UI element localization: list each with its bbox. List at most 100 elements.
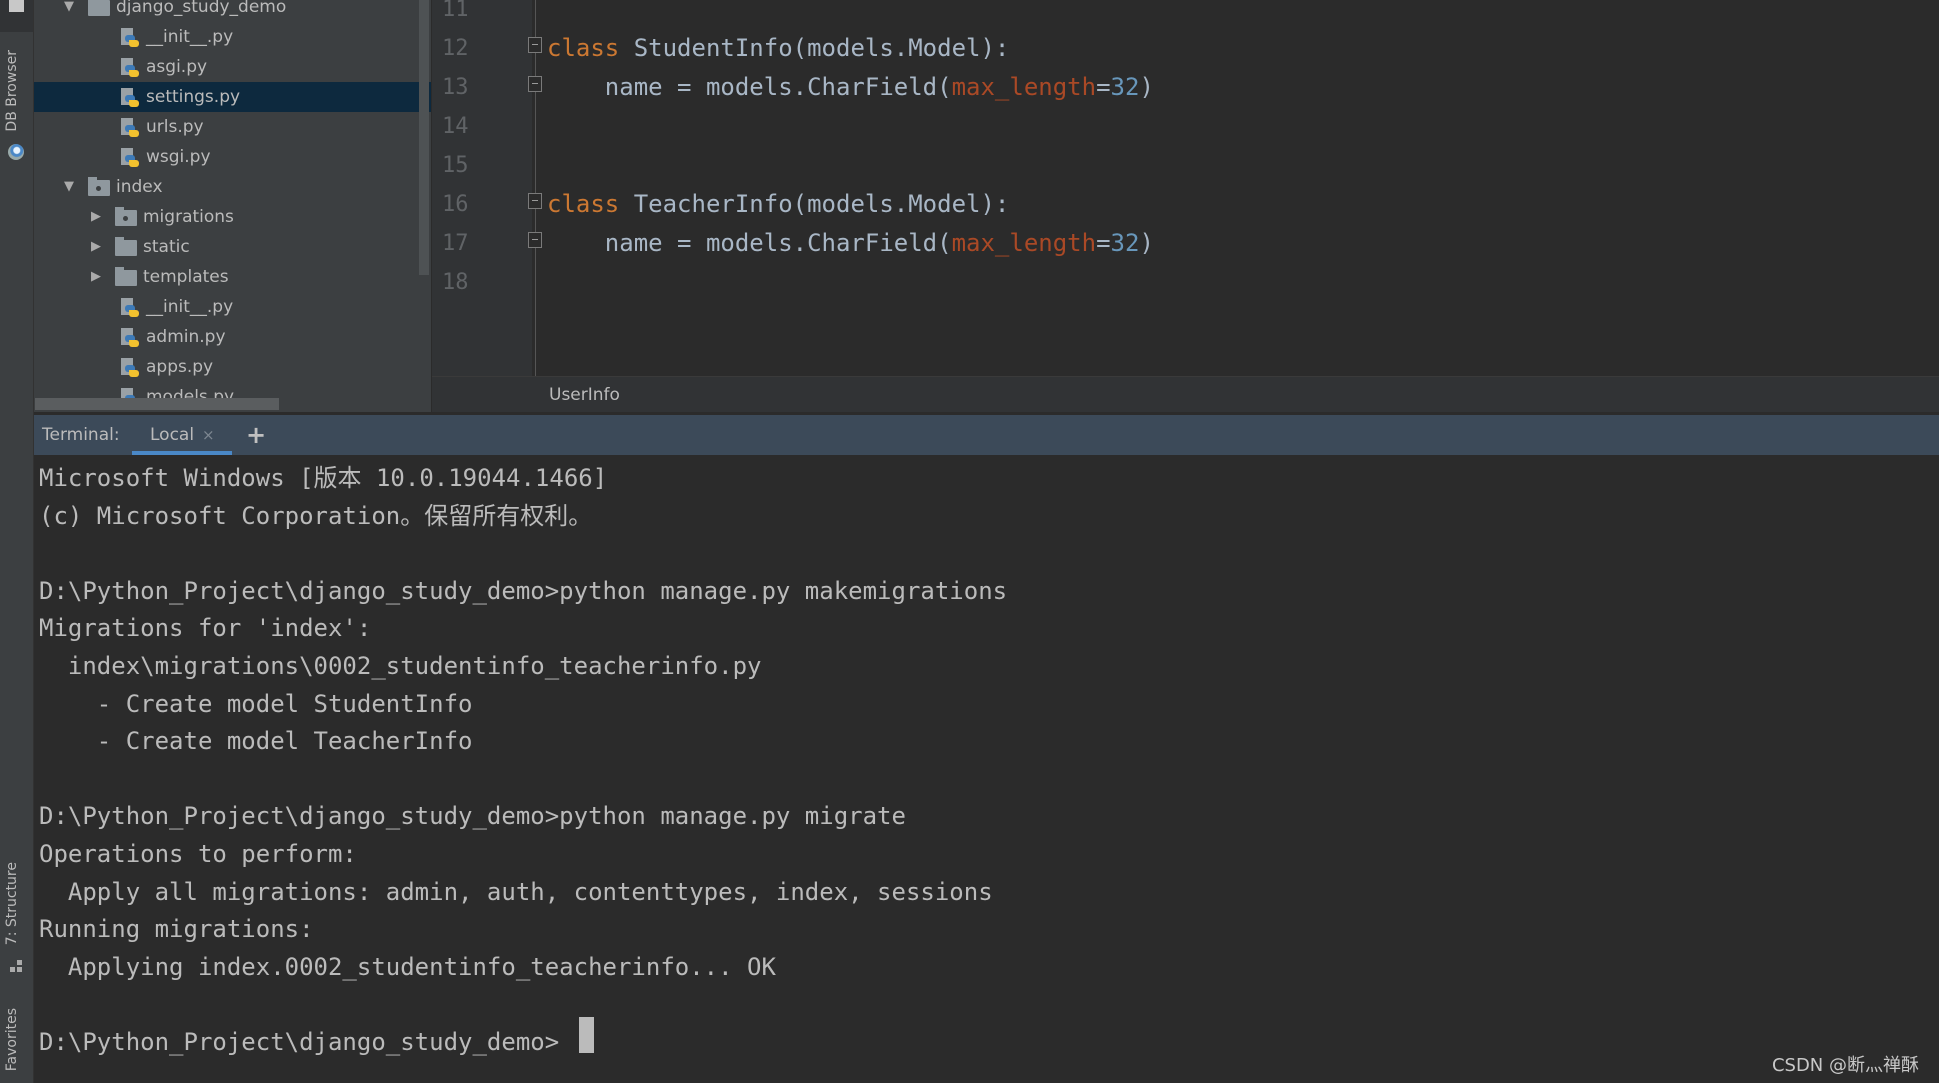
python-file-icon [121,88,139,107]
folder-icon [115,237,137,256]
code-token: name = models.CharField( [547,73,952,101]
number-token: 32 [1110,73,1140,101]
python-file-icon [121,358,139,377]
db-browser-tab[interactable]: DB Browser [4,50,20,132]
terminal-line: Apply all migrations: admin, auth, conte… [39,877,993,906]
tree-item[interactable]: ▶ templates [34,262,431,292]
new-terminal-button[interactable]: + [246,415,266,455]
keyword-token: class [547,34,620,62]
tree-item-label: apps.py [146,357,214,377]
tree-item[interactable]: urls.py [34,112,431,142]
python-file-icon [121,148,139,167]
tree-item[interactable]: asgi.py [34,52,431,82]
tree-item-label: static [143,237,190,257]
tree-item-label: urls.py [146,117,204,137]
code-token: = [1096,229,1111,257]
tree-item-label: __init__.py [146,297,234,317]
tool-window-strip: DB Browser 7: Structure Favorites [0,0,34,1083]
fold-toggle-icon[interactable] [528,37,542,53]
tree-item-label: settings.py [146,87,241,107]
terminal-line: Applying index.0002_studentinfo_teacheri… [39,952,776,981]
terminal-line: D:\Python_Project\django_study_demo> [39,1028,560,1056]
fold-end-icon[interactable] [528,232,542,248]
terminal-line: Running migrations: [39,915,314,944]
python-file-icon [121,118,139,137]
code-line[interactable]: name = models.CharField(max_length=32) [547,224,1154,263]
code-line[interactable]: name = models.CharField(max_length=32) [547,68,1154,107]
tree-item-label: __init__.py [146,27,234,47]
line-number: 13 [442,75,469,100]
terminal-line: - Create model StudentInfo [39,689,473,718]
line-number: 14 [442,114,469,139]
tab-local[interactable]: Local × [132,415,232,455]
tree-item-label: wsgi.py [146,147,211,167]
folder-icon [88,177,110,196]
terminal-line: Operations to perform: [39,840,357,868]
terminal-line: Migrations for 'index': [39,614,372,643]
collapse-arrow-icon[interactable]: ▼ [64,0,74,22]
python-file-icon [121,328,139,347]
tab-local-label: Local [150,425,195,445]
tree-item[interactable]: settings.py [34,82,431,112]
fold-end-icon[interactable] [528,76,542,92]
tree-item-label: migrations [143,207,234,227]
structure-tab[interactable]: 7: Structure [4,862,20,945]
editor-breadcrumb: UserInfo [432,376,1939,413]
collapse-arrow-icon[interactable]: ▼ [64,172,74,202]
fold-toggle-icon[interactable] [528,193,542,209]
terminal-cursor [579,1017,594,1053]
project-tool-button[interactable] [0,0,33,32]
terminal-title: Terminal: [42,425,120,445]
number-token: 32 [1110,229,1140,257]
tree-item-label: admin.py [146,327,226,347]
breadcrumb-item[interactable]: UserInfo [549,377,620,413]
keyword-token: class [547,190,620,218]
tree-item[interactable]: wsgi.py [34,142,431,172]
tree-item-label: django_study_demo [116,0,287,17]
terminal-header: Terminal: Local × + [34,415,1939,455]
tree-item-label: asgi.py [146,57,208,77]
tree-item[interactable]: ▼ index [34,172,431,202]
terminal-output[interactable]: Microsoft Windows [版本 10.0.19044.1466] (c… [34,455,1939,1083]
close-icon[interactable]: × [202,415,215,455]
project-horizontal-scrollbar[interactable] [35,398,279,410]
line-number: 17 [442,231,469,256]
python-file-icon [121,28,139,47]
tree-item[interactable]: apps.py [34,352,431,382]
line-number: 15 [442,153,469,178]
code-line[interactable]: class TeacherInfo(models.Model): [547,185,1009,224]
db-browser-icon [8,144,24,160]
watermark: CSDN @断灬禅酥 [1771,1055,1919,1076]
terminal-line: D:\Python_Project\django_study_demo>pyth… [39,802,906,831]
code-token: ) [1139,229,1154,257]
expand-arrow-icon[interactable]: ▶ [91,262,101,292]
expand-arrow-icon[interactable]: ▶ [91,202,101,232]
structure-icon [10,960,24,972]
line-number: 11 [442,0,469,22]
tree-item[interactable]: ▶ migrations [34,202,431,232]
fold-guide [535,0,536,376]
terminal-line: (c) Microsoft Corporation。保留所有权利。 [39,501,593,530]
line-number: 12 [442,36,469,61]
tree-item-label: index [116,177,163,197]
python-file-icon [121,58,139,77]
tree-item[interactable]: ▼ django_study_demo [34,0,431,22]
terminal-line: D:\Python_Project\django_study_demo>pyth… [39,576,1008,605]
code-token: StudentInfo(models.Model): [619,34,1010,62]
project-tree: ▼ django_study_demo __init__.py asgi.py sett… [34,0,431,412]
terminal-line: Microsoft Windows [版本 10.0.19044.1466] [39,464,608,492]
project-vertical-scrollbar[interactable] [419,0,429,275]
code-line[interactable]: class StudentInfo(models.Model): [547,29,1009,68]
folder-icon [88,0,110,16]
tree-item[interactable]: __init__.py [34,292,431,322]
tree-item[interactable]: __init__.py [34,22,431,52]
code-editor[interactable]: 11 12 13 14 15 16 17 18 class StudentInfo(model… [432,0,1939,376]
terminal-line: index\migrations\0002_studentinfo_teache… [39,652,762,680]
expand-arrow-icon[interactable]: ▶ [91,232,101,262]
favorites-tab[interactable]: Favorites [4,1008,20,1071]
editor-gutter: 11 12 13 14 15 16 17 18 [432,0,532,376]
folder-icon [115,267,137,286]
param-token: max_length [951,229,1097,257]
tree-item[interactable]: admin.py [34,322,431,352]
tree-item[interactable]: ▶ static [34,232,431,262]
